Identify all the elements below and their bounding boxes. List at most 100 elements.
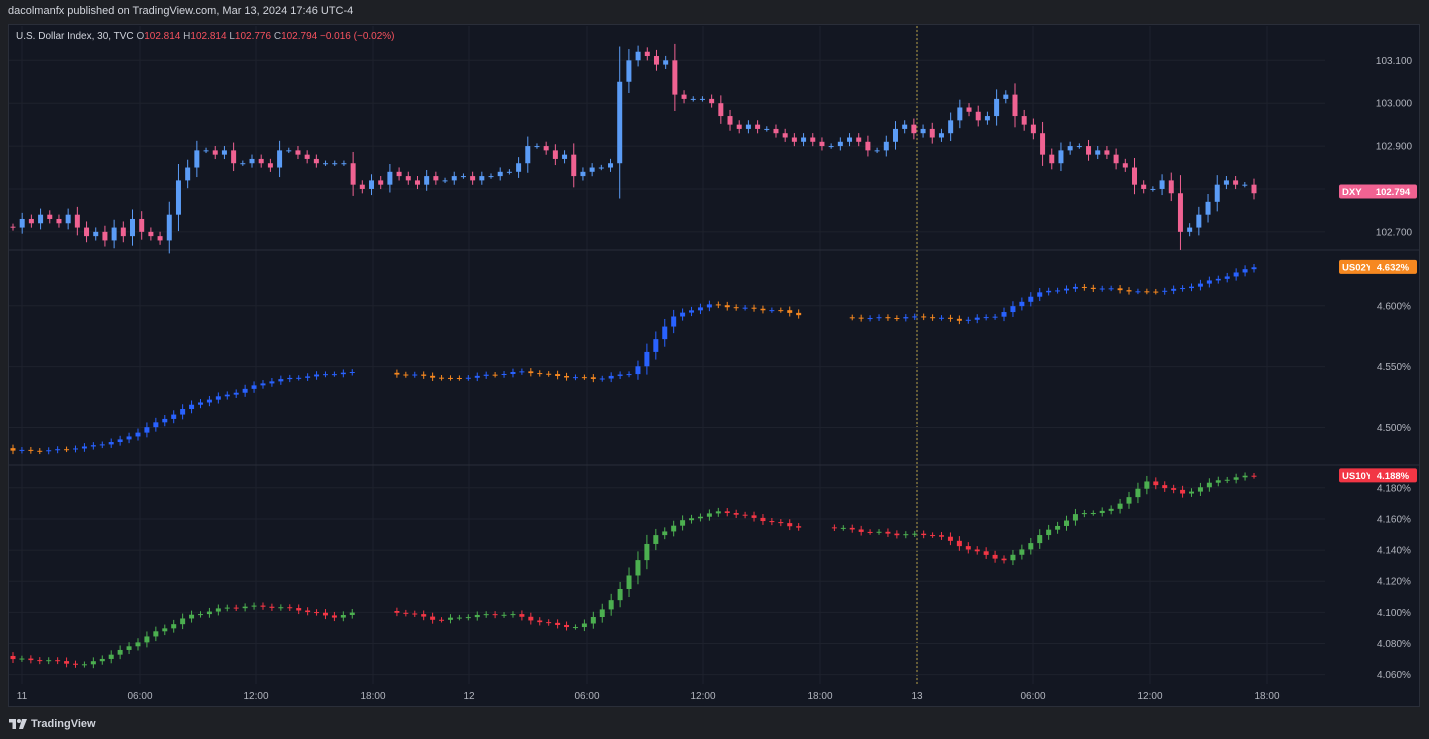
legend-open-value: 102.814 [144,31,181,42]
candle-body [296,377,302,379]
candle-body [828,146,834,148]
candle-body [697,307,703,311]
candle-body [1144,481,1150,489]
candle-body [1037,535,1043,544]
candle-body [278,379,284,382]
candle-body [689,518,695,521]
candle-body [921,533,927,536]
candle-body [194,150,200,168]
candle-body [796,526,802,528]
pane-us02y [10,263,1257,455]
candle-body [543,146,549,151]
candle-body [519,371,525,373]
candle-body [537,620,543,623]
tradingview-logo-icon [9,719,27,729]
candle-body [1242,269,1248,273]
candle-body [534,146,540,148]
candle-body [120,227,126,237]
candle-body [769,310,775,312]
candle-body [1040,133,1046,155]
candle-body [305,610,311,613]
candle-body [671,316,677,327]
y-tick-label: 4.060% [1377,670,1411,681]
candle-body [287,607,293,609]
candle-body [249,158,255,164]
candle-body [796,312,802,316]
candle-body [947,317,953,319]
candle-body [892,128,898,142]
candle-body [773,128,779,134]
candle-body [197,614,203,616]
candle-body [787,310,793,313]
candle-body [412,613,418,615]
candle-body [1117,503,1123,509]
candle-body [126,646,132,650]
candle-body [55,449,61,451]
candle-body [1153,291,1159,293]
candle-body [599,378,605,380]
candle-body [831,527,837,529]
candle-body [171,624,177,629]
candle-body [251,385,257,389]
candle-body [38,214,44,224]
candle-body [144,636,150,643]
candle-body [510,372,516,374]
candle-body [819,141,825,147]
candle-body [589,167,595,172]
candle-body [689,310,695,313]
candle-body [460,176,466,178]
candle-body [858,529,864,532]
candle-body [1189,286,1195,289]
candle-body [19,449,25,451]
candle-body [1206,482,1212,488]
candle-body [727,116,733,125]
candle-body [421,614,427,617]
candle-body [939,317,945,319]
candle-body [840,527,846,529]
candle-body [108,654,114,659]
candle-body [126,436,132,440]
candle-body [359,184,365,189]
candle-body [956,540,962,547]
candle-body [148,231,154,237]
candle-body [483,614,489,616]
candle-body [1162,290,1168,292]
candle-body [258,158,264,164]
candle-body [1108,508,1114,511]
candle-body [883,141,889,151]
candle-body [920,128,926,134]
candle-body [1122,163,1128,168]
candle-body [189,404,195,410]
x-tick-label: 06:00 [574,691,599,702]
x-tick-label: 12:00 [1137,691,1162,702]
candle-body [117,439,123,443]
candle-body [1171,488,1177,490]
last-price-value: 4.188% [1377,471,1410,482]
y-tick-label: 4.080% [1377,639,1411,650]
dxy-legend: U.S. Dollar Index, 30, TVC O102.814 H102… [16,31,395,42]
candle-body [546,622,552,624]
candle-body [314,374,320,377]
candle-body [260,605,266,607]
candle-body [331,615,337,618]
candle-body [1197,283,1203,287]
candle-body [562,154,568,159]
legend-close-value: 102.794 [281,31,318,42]
candle-body [269,381,275,384]
multi-pane-chart[interactable]: 11 06:00 12:00 18:00 12 06:00 12:00 18:00 13 06:0… [0,0,1429,739]
legend-high-value: 102.814 [190,31,227,42]
candle-body [221,150,227,155]
candle-body [1076,146,1082,148]
candle-body [135,642,141,647]
candle-body [349,612,355,616]
candle-body [1153,481,1159,486]
tradingview-brand[interactable]: TradingView [9,715,96,733]
candle-body [510,614,516,616]
candle-body [760,517,766,522]
candle-body [1090,513,1096,515]
candle-body [849,317,855,319]
candle-body [1028,543,1034,550]
candle-body [403,374,409,376]
candle-body [139,218,145,232]
y-tick-label: 102.700 [1376,227,1413,238]
